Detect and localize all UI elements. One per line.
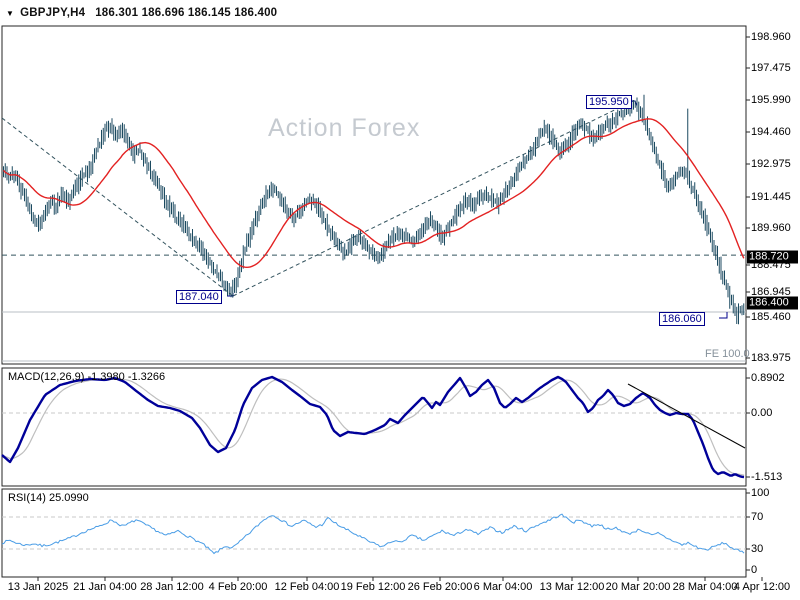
macd-indicator-label: MACD(12,26,9) -1.3980 -1.3266 bbox=[8, 371, 166, 383]
macd-axis-label: 0.8902 bbox=[751, 372, 785, 384]
time-axis-label: 12 Feb 04:00 bbox=[274, 581, 340, 593]
price-axis-label: 189.960 bbox=[751, 222, 791, 234]
time-axis-label: 28 Jan 12:00 bbox=[140, 581, 204, 593]
annotation-price-label: 187.040 bbox=[176, 290, 222, 304]
current-price-label: 186.400 bbox=[747, 296, 798, 310]
annotation-price-label: 186.060 bbox=[659, 312, 705, 326]
macd-axis-label: -1.513 bbox=[751, 471, 783, 483]
trading-chart-window: ▼ GBPJPY,H4 186.301 186.696 186.145 186.… bbox=[0, 0, 800, 600]
price-axis-label: 183.975 bbox=[751, 352, 791, 364]
current-price-label: 188.720 bbox=[747, 250, 798, 264]
time-axis-label: 13 Mar 12:00 bbox=[539, 581, 605, 593]
time-axis-label: 19 Feb 12:00 bbox=[340, 581, 406, 593]
price-axis-label: 185.460 bbox=[751, 311, 791, 323]
time-axis-label: 4 Apr 12:00 bbox=[733, 581, 791, 593]
price-axis-label: 195.990 bbox=[751, 94, 791, 106]
price-axis-label: 197.475 bbox=[751, 62, 791, 74]
price-axis-label: 191.445 bbox=[751, 191, 791, 203]
rsi-axis-label: 0 bbox=[751, 564, 758, 576]
price-axis-label: 192.975 bbox=[751, 158, 791, 170]
price-axis-label: 198.960 bbox=[751, 31, 791, 43]
time-axis-label: 28 Mar 04:00 bbox=[672, 581, 738, 593]
price-axis-label: 194.460 bbox=[751, 126, 791, 138]
rsi-axis-label: 100 bbox=[751, 487, 770, 499]
time-axis-label: 4 Feb 20:00 bbox=[208, 581, 268, 593]
price-chart-canvas[interactable] bbox=[0, 0, 800, 600]
rsi-axis-label: 30 bbox=[751, 543, 764, 555]
time-axis-label: 21 Jan 04:00 bbox=[73, 581, 137, 593]
time-axis-label: 13 Jan 2025 bbox=[7, 581, 69, 593]
rsi-indicator-label: RSI(14) 25.0990 bbox=[8, 492, 89, 504]
annotation-price-label: 195.950 bbox=[586, 95, 632, 109]
time-axis-label: 20 Mar 20:00 bbox=[605, 581, 671, 593]
time-axis-label: 26 Feb 20:00 bbox=[407, 581, 473, 593]
time-axis-label: 6 Mar 04:00 bbox=[473, 581, 533, 593]
macd-axis-label: 0.00 bbox=[751, 407, 773, 419]
rsi-axis-label: 70 bbox=[751, 511, 764, 523]
fibonacci-extension-label: FE 100.0 bbox=[705, 348, 750, 360]
